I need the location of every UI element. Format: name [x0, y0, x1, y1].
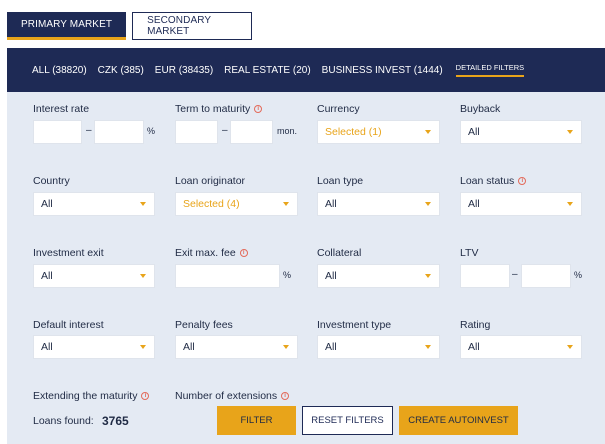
currency-label: Currency: [317, 103, 360, 115]
term-min-input[interactable]: [175, 120, 218, 144]
country-select[interactable]: All: [33, 192, 155, 216]
buyback-select[interactable]: All: [460, 120, 582, 144]
info-icon[interactable]: i: [254, 105, 263, 113]
loan-type-select[interactable]: All: [317, 192, 440, 216]
create-autoinvest-button[interactable]: CREATE AUTOINVEST: [399, 406, 518, 435]
tab-primary-market[interactable]: PRIMARY MARKET: [7, 12, 127, 40]
info-icon[interactable]: i: [239, 249, 248, 257]
chevron-down-icon: [140, 202, 146, 206]
info-icon[interactable]: i: [518, 177, 527, 185]
loan-originator-label: Loan originator: [175, 175, 246, 187]
chevron-down-icon: [567, 202, 573, 206]
chevron-down-icon: [140, 345, 146, 349]
interest-rate-label: Interest rate: [33, 103, 90, 115]
rating-label: Rating: [460, 319, 491, 331]
filter-all[interactable]: ALL (38820): [32, 65, 87, 76]
default-interest-select[interactable]: All: [33, 335, 155, 359]
term-unit: mon.: [277, 126, 298, 136]
chevron-down-icon: [425, 130, 431, 134]
chevron-down-icon: [425, 345, 431, 349]
loan-type-label: Loan type: [317, 175, 364, 187]
investment-exit-select[interactable]: All: [33, 264, 155, 288]
chevron-down-icon: [567, 130, 573, 134]
chevron-down-icon: [283, 345, 289, 349]
chevron-down-icon: [283, 202, 289, 206]
filter-business-invest[interactable]: BUSINESS INVEST (1444): [322, 65, 443, 76]
rating-select[interactable]: All: [460, 335, 582, 359]
loans-found-label: Loans found:: [33, 415, 94, 427]
ltv-unit: %: [574, 270, 583, 280]
term-separator: –: [222, 125, 228, 136]
filter-button[interactable]: FILTER: [217, 406, 296, 435]
loan-status-label: Loan status i: [460, 175, 527, 187]
penalty-fees-label: Penalty fees: [175, 319, 233, 331]
filter-eur[interactable]: EUR (38435): [155, 65, 213, 76]
ltv-label: LTV: [460, 247, 479, 259]
exit-fee-input[interactable]: [175, 264, 280, 288]
term-to-maturity-label: Term to maturity i: [175, 103, 263, 115]
reset-filters-button[interactable]: RESET FILTERS: [302, 406, 393, 435]
tab-secondary-market[interactable]: SECONDARY MARKET: [132, 12, 253, 40]
chevron-down-icon: [567, 345, 573, 349]
loan-status-select[interactable]: All: [460, 192, 582, 216]
default-interest-label: Default interest: [33, 319, 104, 331]
penalty-fees-select[interactable]: All: [175, 335, 298, 359]
exit-fee-unit: %: [283, 270, 292, 280]
collateral-label: Collateral: [317, 247, 362, 259]
ltv-separator: –: [512, 269, 518, 280]
number-of-extensions-label: Number of extensions i: [175, 390, 290, 402]
info-icon[interactable]: i: [281, 392, 290, 400]
interest-rate-unit: %: [147, 126, 156, 136]
market-tabs: PRIMARY MARKET SECONDARY MARKET: [7, 12, 253, 40]
exit-fee-label: Exit max. fee i: [175, 247, 248, 259]
interest-rate-max-input[interactable]: [94, 120, 144, 144]
filter-real-estate[interactable]: REAL ESTATE (20): [224, 65, 311, 76]
investment-exit-label: Investment exit: [33, 247, 104, 259]
filter-czk[interactable]: CZK (385): [98, 65, 144, 76]
ltv-max-input[interactable]: [521, 264, 571, 288]
detailed-filter-panel: Interest rate – % Term to maturity i – mo…: [7, 92, 605, 444]
chevron-down-icon: [425, 274, 431, 278]
loans-found-count: 3765: [102, 414, 129, 428]
detailed-filters-link[interactable]: DETAILED FILTERS: [455, 63, 525, 77]
chevron-down-icon: [140, 274, 146, 278]
currency-select[interactable]: Selected (1): [317, 120, 440, 144]
investment-type-label: Investment type: [317, 319, 392, 331]
loan-originator-select[interactable]: Selected (4): [175, 192, 298, 216]
buyback-label: Buyback: [460, 103, 501, 115]
ltv-min-input[interactable]: [460, 264, 510, 288]
interest-rate-separator: –: [86, 125, 92, 136]
extending-maturity-label: Extending the maturity i: [33, 390, 150, 402]
collateral-select[interactable]: All: [317, 264, 440, 288]
interest-rate-min-input[interactable]: [33, 120, 82, 144]
chevron-down-icon: [425, 202, 431, 206]
investment-type-select[interactable]: All: [317, 335, 440, 359]
info-icon[interactable]: i: [141, 392, 150, 400]
term-max-input[interactable]: [230, 120, 273, 144]
country-label: Country: [33, 175, 70, 187]
category-filter-bar: ALL (38820) CZK (385) EUR (38435) REAL E…: [7, 48, 605, 92]
